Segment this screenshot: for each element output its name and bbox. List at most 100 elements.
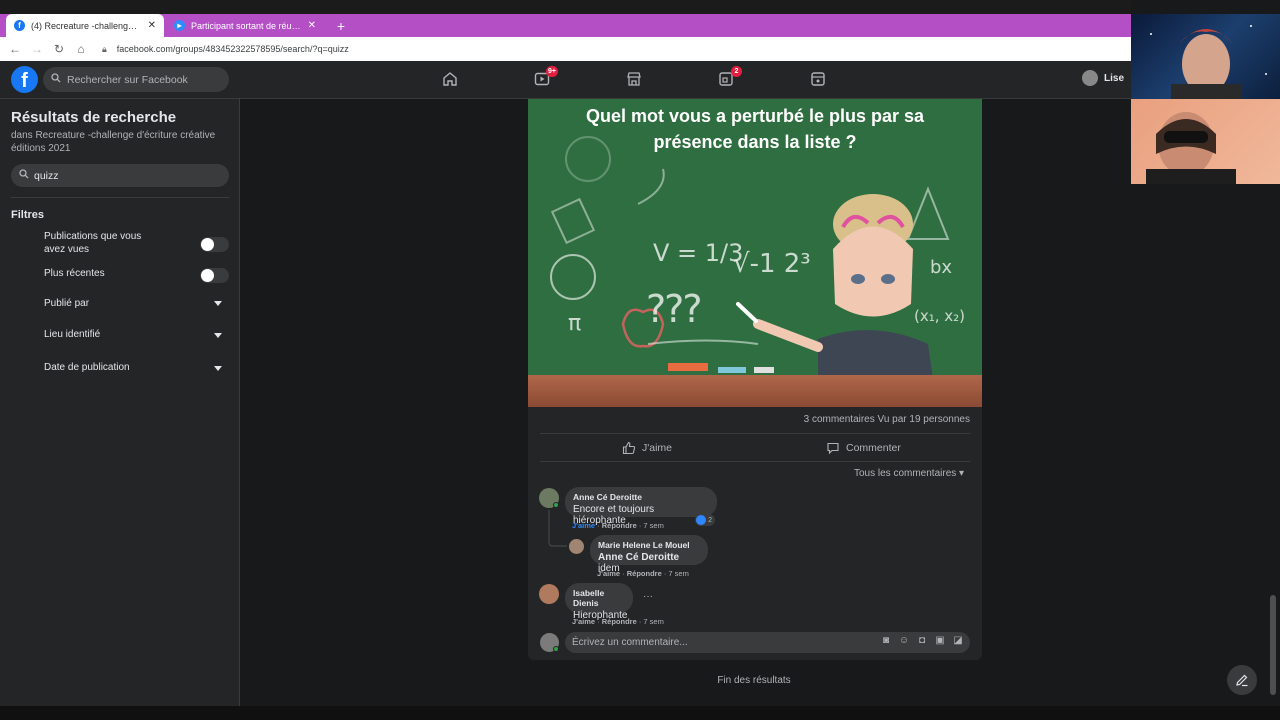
chalk-tray [528,375,982,407]
filter-seen-posts-toggle[interactable] [200,237,229,252]
participant-video [1150,25,1267,99]
chalk-root: √-1 2³ [733,249,811,279]
chalk-question-marks: ??? [646,287,702,331]
chevron-down-icon[interactable] [214,366,222,371]
like-reaction-icon [696,515,706,525]
reaction-number: 2 [708,516,712,524]
avatar-sticker-icon[interactable]: ◙ [880,635,892,647]
group-search-input[interactable]: quizz [11,164,229,187]
address-bar: ← → ↻ ⌂ 🔒︎ facebook.com/groups/483452322… [0,37,1131,61]
tab-facebook[interactable]: f (4) Recreature -challenge d'écriture ✕ [6,14,164,37]
image-overlay-title: Quel mot vous a perturbé le plus par sa … [585,106,925,152]
comment-actions: J'aime · Répondre · 7 sem [597,569,689,578]
tab-title: (4) Recreature -challenge d'écriture [31,20,142,31]
search-value: quizz [34,169,59,182]
home-icon[interactable]: ⌂ [70,42,92,56]
filter-date-posted[interactable]: Date de publication [44,362,154,375]
search-icon [51,73,61,86]
filter-posted-by[interactable]: Publié par [44,298,154,311]
comment-bubble: Marie Helene Le Mouel Anne Cé Deroitte i… [590,535,708,574]
filters-heading: Filtres [11,209,45,221]
comment-author[interactable]: Anne Cé Deroitte [573,492,709,502]
comment-input[interactable]: Écrivez un commentaire... ◙ ☺ ◘ ▣ ◪ [565,632,970,653]
search-scope-subtitle: dans Recreature -challenge d'écriture cr… [11,130,216,154]
groups-badge: 2 [731,66,742,77]
avatar[interactable] [539,584,559,604]
edit-icon [1236,674,1248,687]
marketplace-nav-icon[interactable] [624,70,644,88]
tab-zoom[interactable]: ▸ Participant sortant de réunion - Zoom … [166,14,324,37]
comment-actions: J'aime · Répondre · 7 sem [572,521,664,530]
back-arrow-icon[interactable]: ← [4,42,26,56]
comment-reply-link[interactable]: Répondre [602,521,637,530]
url-field[interactable]: facebook.com/groups/483452322578595/sear… [117,44,349,54]
reaction-count[interactable]: 2 [695,514,715,526]
divider [11,197,229,198]
reply-thread-line [548,510,567,547]
like-label: J'aime [642,442,673,454]
comment-like-link[interactable]: J'aime [572,617,595,626]
comment-sort-dropdown[interactable]: Tous les commentaires ▾ [854,468,964,479]
video-tile-participant-2[interactable] [1131,99,1280,184]
new-message-button[interactable] [1227,665,1257,695]
camera-icon[interactable]: ◘ [916,635,928,647]
gaming-nav-icon[interactable] [808,70,828,88]
more-options-icon[interactable]: ··· [643,591,653,602]
comment-author[interactable]: Marie Helene Le Mouel [598,540,700,550]
chevron-down-icon[interactable] [214,301,222,306]
filter-tagged-location[interactable]: Lieu identifié [44,329,154,342]
sticker-icon[interactable]: ◪ [952,635,964,647]
chevron-down-icon[interactable] [214,333,222,338]
comment-like-link[interactable]: J'aime [572,521,595,530]
facebook-logo[interactable]: f [11,66,38,93]
comment-reply-link[interactable]: Répondre [602,617,637,626]
search-sidebar [0,99,240,706]
video-tile-participant-1[interactable] [1131,14,1280,99]
comment-button[interactable]: Commenter [826,441,901,455]
profile-shortcut[interactable]: Lise [1082,70,1124,86]
avatar[interactable] [569,539,584,554]
end-of-results: Fin des résultats [717,675,791,686]
search-icon [19,169,29,182]
forward-arrow-icon[interactable]: → [26,42,48,56]
gif-icon[interactable]: ▣ [934,635,946,647]
like-button[interactable]: J'aime [622,441,672,455]
comment-input-placeholder: Écrivez un commentaire... [572,637,688,648]
comment-bubble: Anne Cé Deroitte Encore et toujours hiér… [565,487,717,526]
comment-time[interactable]: 7 sem [668,569,688,578]
toggle-knob [201,238,214,251]
comment-like-link[interactable]: J'aime [597,569,620,578]
post-stats[interactable]: 3 commentaires Vu par 19 personnes [540,414,970,425]
online-status-dot [553,646,559,652]
comment-reply-link[interactable]: Répondre [627,569,662,578]
divider [540,433,970,434]
participant-video [1146,112,1236,184]
lock-icon[interactable]: 🔒︎ [102,44,107,55]
home-nav-icon[interactable] [440,70,460,88]
comment-time[interactable]: 7 sem [643,617,663,626]
search-placeholder: Rechercher sur Facebook [67,73,188,86]
bottom-edge [0,706,1280,720]
chalk-coordinates: (x₁, x₂) [914,307,966,325]
comment-mention[interactable]: Anne Cé Deroitte [598,552,679,563]
avatar [1082,70,1098,86]
emoji-icon[interactable]: ☺ [898,635,910,647]
filter-recent-label: Plus récentes [44,268,105,279]
post-image[interactable]: Quel mot vous a perturbé le plus par sa … [528,99,982,407]
scrollbar[interactable] [1270,595,1276,695]
comment-actions: J'aime · Répondre · 7 sem [572,617,664,626]
comment-time[interactable]: 7 sem [643,521,663,530]
facebook-search-input[interactable]: Rechercher sur Facebook [43,67,229,92]
tab-close-icon[interactable]: ✕ [308,20,316,31]
filter-recent-toggle[interactable] [200,268,229,283]
profile-name: Lise [1104,72,1125,84]
toggle-knob [201,269,214,282]
new-tab-button[interactable]: + [332,14,350,37]
comment-author[interactable]: Isabelle Dienis [573,588,625,608]
chalk-bx: bx [930,257,953,278]
reload-icon[interactable]: ↻ [48,42,70,56]
tab-close-icon[interactable]: ✕ [148,20,156,31]
thumbs-up-icon [622,441,636,455]
chalk-equation: V = 1/3 [653,239,744,267]
facebook-favicon-icon: f [14,20,25,31]
